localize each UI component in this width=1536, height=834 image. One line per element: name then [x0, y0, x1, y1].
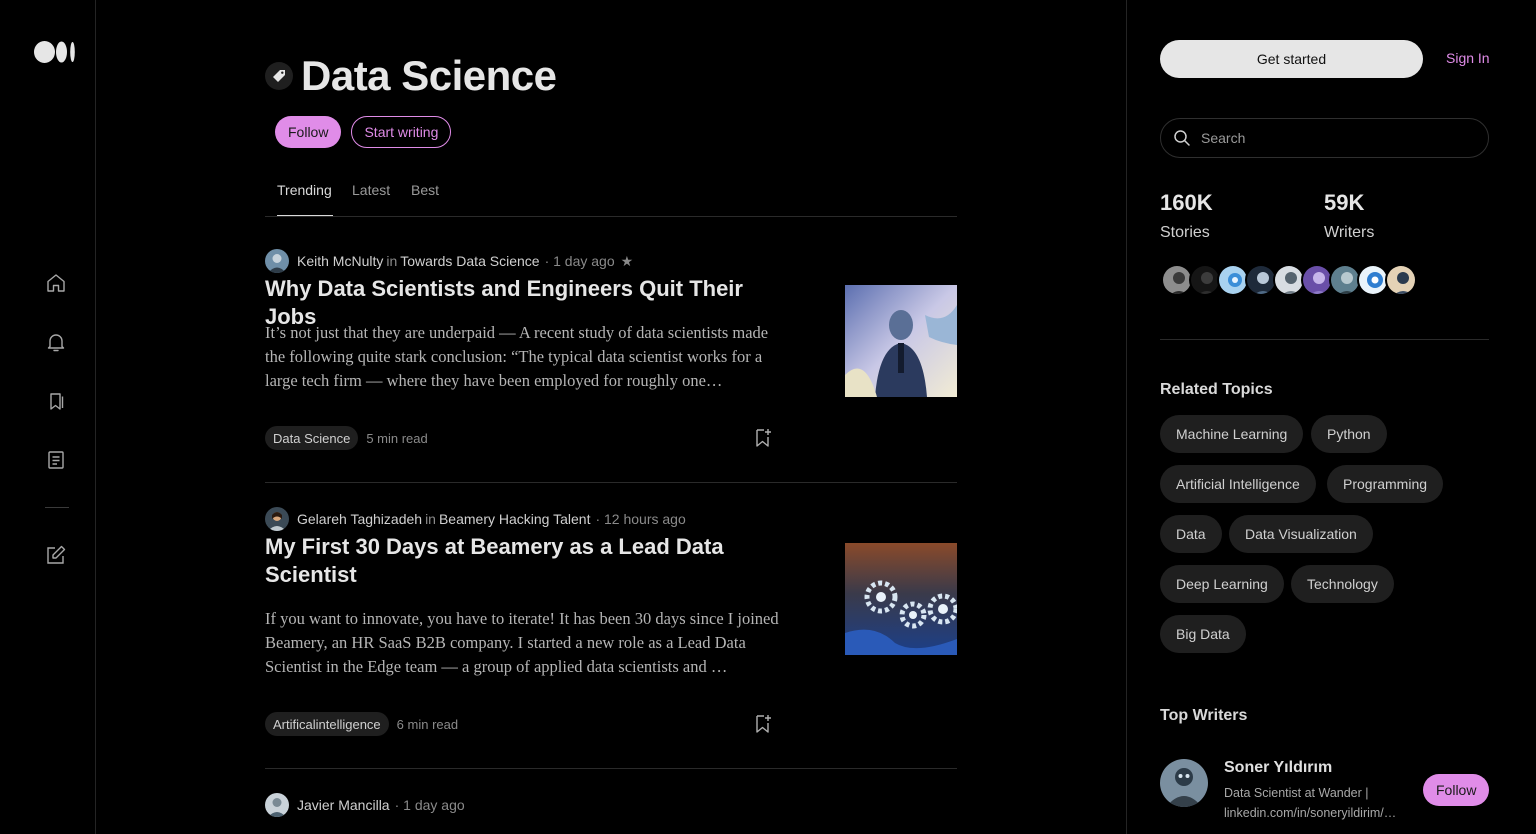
rail-divider — [45, 507, 69, 508]
publication-name[interactable]: Towards Data Science — [400, 253, 539, 269]
bell-icon[interactable] — [44, 330, 68, 354]
author-avatar[interactable] — [265, 507, 289, 531]
app: Data Science Follow Start writing Trendi… — [0, 0, 1536, 834]
writer-bio: Data Scientist at Wander | linkedin.com/… — [1224, 786, 1397, 820]
related-topic-chip[interactable]: Big Data — [1160, 615, 1246, 653]
active-tab-indicator — [277, 215, 333, 216]
article-separator — [265, 768, 957, 769]
tab-best[interactable]: Best — [411, 182, 439, 198]
search-icon — [1174, 130, 1190, 146]
author-avatar[interactable] — [265, 793, 289, 817]
member-star-icon: ★ — [620, 252, 634, 269]
start-writing-button[interactable]: Start writing — [351, 116, 452, 148]
article-meta: Keith McNulty in Towards Data Science · … — [265, 249, 633, 273]
read-time: 6 min read — [396, 716, 459, 732]
top-writers-heading: Top Writers — [1160, 707, 1248, 724]
article-meta: Javier Mancilla · 1 day ago — [265, 793, 465, 817]
follow-writer-button[interactable]: Follow — [1423, 774, 1490, 806]
related-topic-chip[interactable]: Python — [1311, 415, 1387, 453]
document-icon[interactable] — [44, 448, 68, 472]
writer-avatar[interactable] — [1160, 759, 1208, 807]
article-separator — [265, 482, 957, 483]
write-icon[interactable] — [44, 543, 68, 567]
related-topic-chip[interactable]: Technology — [1291, 565, 1394, 603]
tab-trending[interactable]: Trending — [277, 182, 332, 198]
topic-actions: Follow Start writing — [275, 116, 452, 148]
related-topic-chip[interactable]: Deep Learning — [1160, 565, 1284, 603]
search-box[interactable] — [1160, 118, 1489, 158]
related-topic-chip[interactable]: Machine Learning — [1160, 415, 1304, 453]
bookmarks-icon[interactable] — [44, 389, 68, 413]
bookmark-add-icon[interactable] — [751, 426, 775, 450]
follow-topic-button[interactable]: Follow — [275, 116, 342, 148]
stories-label: Stories — [1160, 224, 1210, 241]
page-title: Data Science — [301, 52, 557, 99]
sign-in-link[interactable]: Sign In — [1446, 50, 1490, 66]
writers-label: Writers — [1324, 224, 1375, 241]
right-sidebar: Get started Sign In 160K Stories 59K Wri… — [1126, 0, 1536, 834]
article-tag-chip[interactable]: Data Science — [265, 426, 359, 450]
tag-icon — [265, 62, 293, 90]
get-started-button[interactable]: Get started — [1160, 40, 1423, 78]
publish-time: · 1 day ago — [544, 253, 615, 269]
article-footer: Data Science 5 min read — [265, 425, 775, 451]
article-tag-chip[interactable]: Artificalintelligence — [265, 712, 389, 736]
related-topics-heading: Related Topics — [1160, 381, 1273, 398]
search-input[interactable] — [1201, 130, 1481, 146]
author-name[interactable]: Gelareh Taghizadeh — [297, 511, 422, 527]
author-name[interactable]: Javier Mancilla — [297, 797, 390, 813]
writers-stat: 59K Writers — [1324, 190, 1374, 242]
article-thumbnail[interactable] — [845, 285, 957, 397]
tab-latest[interactable]: Latest — [352, 182, 390, 198]
writer-name: Soner Yıldırım — [1224, 759, 1333, 776]
left-nav-rail — [0, 0, 96, 834]
publish-time: · 1 day ago — [394, 797, 465, 813]
publish-time: · 12 hours ago — [595, 511, 686, 527]
feed-tabs: Trending Latest Best — [265, 170, 957, 217]
sidebar-separator — [1160, 339, 1489, 340]
writers-count: 59K — [1324, 190, 1365, 215]
related-topic-chip[interactable]: Programming — [1327, 465, 1444, 503]
article-thumbnail[interactable] — [845, 543, 957, 655]
author-name[interactable]: Keith McNulty — [297, 253, 383, 269]
medium-logo-icon[interactable] — [34, 40, 76, 64]
home-icon[interactable] — [44, 271, 68, 295]
author-avatar[interactable] — [265, 249, 289, 273]
article-excerpt[interactable]: It’s not just that they are underpaid — … — [265, 321, 785, 393]
article-title[interactable]: My First 30 Days at Beamery as a Lead Da… — [265, 533, 795, 589]
publication-name[interactable]: Beamery Hacking Talent — [439, 511, 590, 527]
article-thumbnail[interactable] — [845, 829, 957, 834]
topic-header: Data Science — [265, 52, 557, 100]
writer-avatar[interactable] — [1385, 264, 1417, 296]
article-excerpt[interactable]: If you want to innovate, you have to ite… — [265, 607, 785, 679]
related-topic-chip[interactable]: Artificial Intelligence — [1160, 465, 1316, 503]
in-label: in — [386, 253, 398, 269]
read-time: 5 min read — [366, 430, 428, 446]
related-topic-chip[interactable]: Data Visualization — [1229, 515, 1373, 553]
article-footer: Artificalintelligence 6 min read — [265, 711, 775, 737]
in-label: in — [425, 511, 436, 527]
related-topic-chip[interactable]: Data — [1160, 515, 1222, 553]
bookmark-add-icon[interactable] — [751, 712, 775, 736]
stories-stat: 160K Stories — [1160, 190, 1213, 242]
stories-count: 160K — [1160, 190, 1213, 215]
article-meta: Gelareh Taghizadeh in Beamery Hacking Ta… — [265, 507, 686, 531]
